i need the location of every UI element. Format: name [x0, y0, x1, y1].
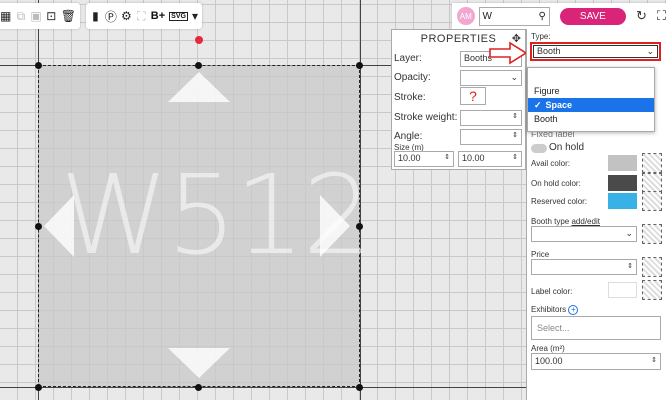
opacity-label: Opacity:: [394, 72, 431, 83]
stroke-label: Stroke:: [394, 92, 426, 103]
opacity-select[interactable]: ⌄: [460, 70, 522, 86]
avatar[interactable]: AM: [457, 7, 475, 25]
check-icon: ✓: [534, 99, 542, 110]
type-dropdown: Figure ✓ Space Booth: [527, 67, 655, 132]
b-plus-button[interactable]: B+: [151, 10, 165, 22]
move-right-arrow[interactable]: [320, 195, 350, 257]
trash-icon[interactable]: 🗑: [61, 8, 76, 24]
label-color-label: Label color:: [531, 287, 573, 296]
dropdown-spacer: [528, 68, 654, 84]
avail-color-label: Avail color:: [531, 159, 570, 168]
booth-type-row: Booth type add/edit: [531, 217, 600, 226]
on-hold-color-label: On hold color:: [531, 179, 581, 188]
chevron-down-icon[interactable]: ▾: [192, 8, 198, 24]
booth-type-select[interactable]: ⌄: [531, 226, 637, 242]
width-value: 10.00: [398, 153, 421, 163]
annotation-arrow: [489, 41, 528, 65]
booth-type-link[interactable]: add/edit: [571, 217, 599, 226]
type-label: Type:: [531, 32, 551, 41]
move-down-arrow[interactable]: [168, 348, 230, 378]
image-icon[interactable]: ⊡: [46, 8, 57, 24]
toolbar-mid: ▮ Ⓟ ⚙ ⛶ B+ SVG ▾: [86, 3, 202, 29]
type-option-space-label: Space: [545, 100, 573, 110]
stroke-color[interactable]: ?: [460, 87, 486, 105]
stepper-icon: ⇕: [512, 154, 518, 161]
resize-handle[interactable]: [35, 223, 42, 230]
move-left-arrow[interactable]: [44, 195, 74, 257]
save-button[interactable]: SAVE: [559, 7, 626, 25]
reserved-color-label: Reserved color:: [531, 197, 588, 206]
color-pattern-icon[interactable]: [642, 257, 662, 277]
stepper-icon: ⇕: [512, 113, 518, 120]
chart-icon[interactable]: ▮: [90, 8, 101, 24]
area-value: 100.00: [535, 356, 563, 366]
svg-button[interactable]: SVG: [169, 11, 188, 21]
angle-label: Angle:: [394, 131, 423, 142]
chevron-down-icon: ⌄: [510, 72, 518, 82]
stroke-weight-input[interactable]: ⇕: [460, 110, 522, 126]
layer-label: Layer:: [394, 53, 422, 64]
resize-handle[interactable]: [35, 62, 42, 69]
exhibitors-label: Exhibitors: [531, 305, 567, 314]
search-value: W: [482, 10, 492, 22]
chevron-down-icon: ⌄: [625, 228, 633, 238]
stepper-icon: ⇕: [444, 154, 450, 161]
on-hold-color-swatch[interactable]: [608, 175, 637, 191]
booth-type-label: Booth type: [531, 217, 570, 226]
toolbar-left: ▦ ⧉ ▣ ⊡ 🗑: [0, 3, 80, 29]
reserved-color-swatch[interactable]: [608, 193, 637, 209]
price-input[interactable]: ⇕: [531, 259, 637, 275]
grid-icon[interactable]: ▦: [0, 8, 11, 24]
resize-handle[interactable]: [356, 223, 363, 230]
angle-input[interactable]: ⇕: [460, 129, 522, 145]
top-bar: AM W ⚲ SAVE ↻ ⛶: [452, 3, 666, 29]
color-pattern-icon[interactable]: [642, 173, 662, 193]
resize-handle[interactable]: [356, 384, 363, 391]
height-input[interactable]: 10.00 ⇕: [458, 151, 522, 167]
rotation-handle[interactable]: [195, 36, 203, 44]
crop-icon[interactable]: ▣: [30, 8, 41, 24]
on-hold-label: On hold: [549, 142, 585, 153]
resize-handle[interactable]: [35, 384, 42, 391]
undo-icon[interactable]: ↻: [636, 8, 647, 24]
stepper-icon: ⇕: [627, 263, 633, 270]
booth-label: W512: [60, 151, 373, 279]
color-pattern-icon[interactable]: [642, 191, 662, 211]
search-icon[interactable]: ⚲: [538, 11, 545, 22]
label-color-swatch[interactable]: [608, 282, 637, 298]
stroke-weight-label: Stroke weight:: [394, 112, 458, 123]
stepper-icon: ⇕: [651, 357, 657, 364]
color-pattern-icon[interactable]: [642, 224, 662, 244]
stepper-icon: ⇕: [512, 132, 518, 139]
price-label: Price: [531, 250, 550, 259]
search-input[interactable]: W ⚲: [478, 6, 550, 26]
resize-handle[interactable]: [356, 62, 363, 69]
color-pattern-icon[interactable]: [642, 153, 662, 173]
p-icon[interactable]: Ⓟ: [105, 8, 117, 24]
fullscreen-icon[interactable]: ⛶: [657, 8, 666, 24]
type-option-space[interactable]: ✓ Space: [528, 98, 654, 112]
type-value: Booth: [537, 46, 561, 56]
area-input[interactable]: 100.00 ⇕: [531, 353, 661, 370]
on-hold-toggle[interactable]: [531, 144, 547, 153]
chevron-down-icon: ⌄: [646, 46, 654, 56]
resize-handle[interactable]: [195, 384, 202, 391]
add-exhibitor-icon[interactable]: +: [568, 305, 579, 315]
type-option-figure[interactable]: Figure: [528, 84, 654, 98]
height-value: 10.00: [462, 153, 485, 163]
type-option-booth[interactable]: Booth: [528, 112, 654, 126]
exhibitors-row: Exhibitors +: [531, 305, 579, 315]
copy-icon[interactable]: ⧉: [15, 8, 26, 24]
width-input[interactable]: 10.00 ⇕: [394, 151, 454, 167]
exhibitors-select[interactable]: Select...: [531, 316, 661, 340]
area-label: Area (m²): [531, 344, 565, 353]
resize-handle[interactable]: [195, 62, 202, 69]
type-select[interactable]: Booth ⌄: [533, 45, 658, 58]
move-up-arrow[interactable]: [168, 72, 230, 102]
expand-icon[interactable]: ⛶: [136, 8, 147, 24]
gear-icon[interactable]: ⚙: [121, 8, 132, 24]
type-select-highlight: Booth ⌄: [530, 42, 661, 61]
color-pattern-icon[interactable]: [642, 280, 662, 300]
avail-color-swatch[interactable]: [608, 155, 637, 171]
